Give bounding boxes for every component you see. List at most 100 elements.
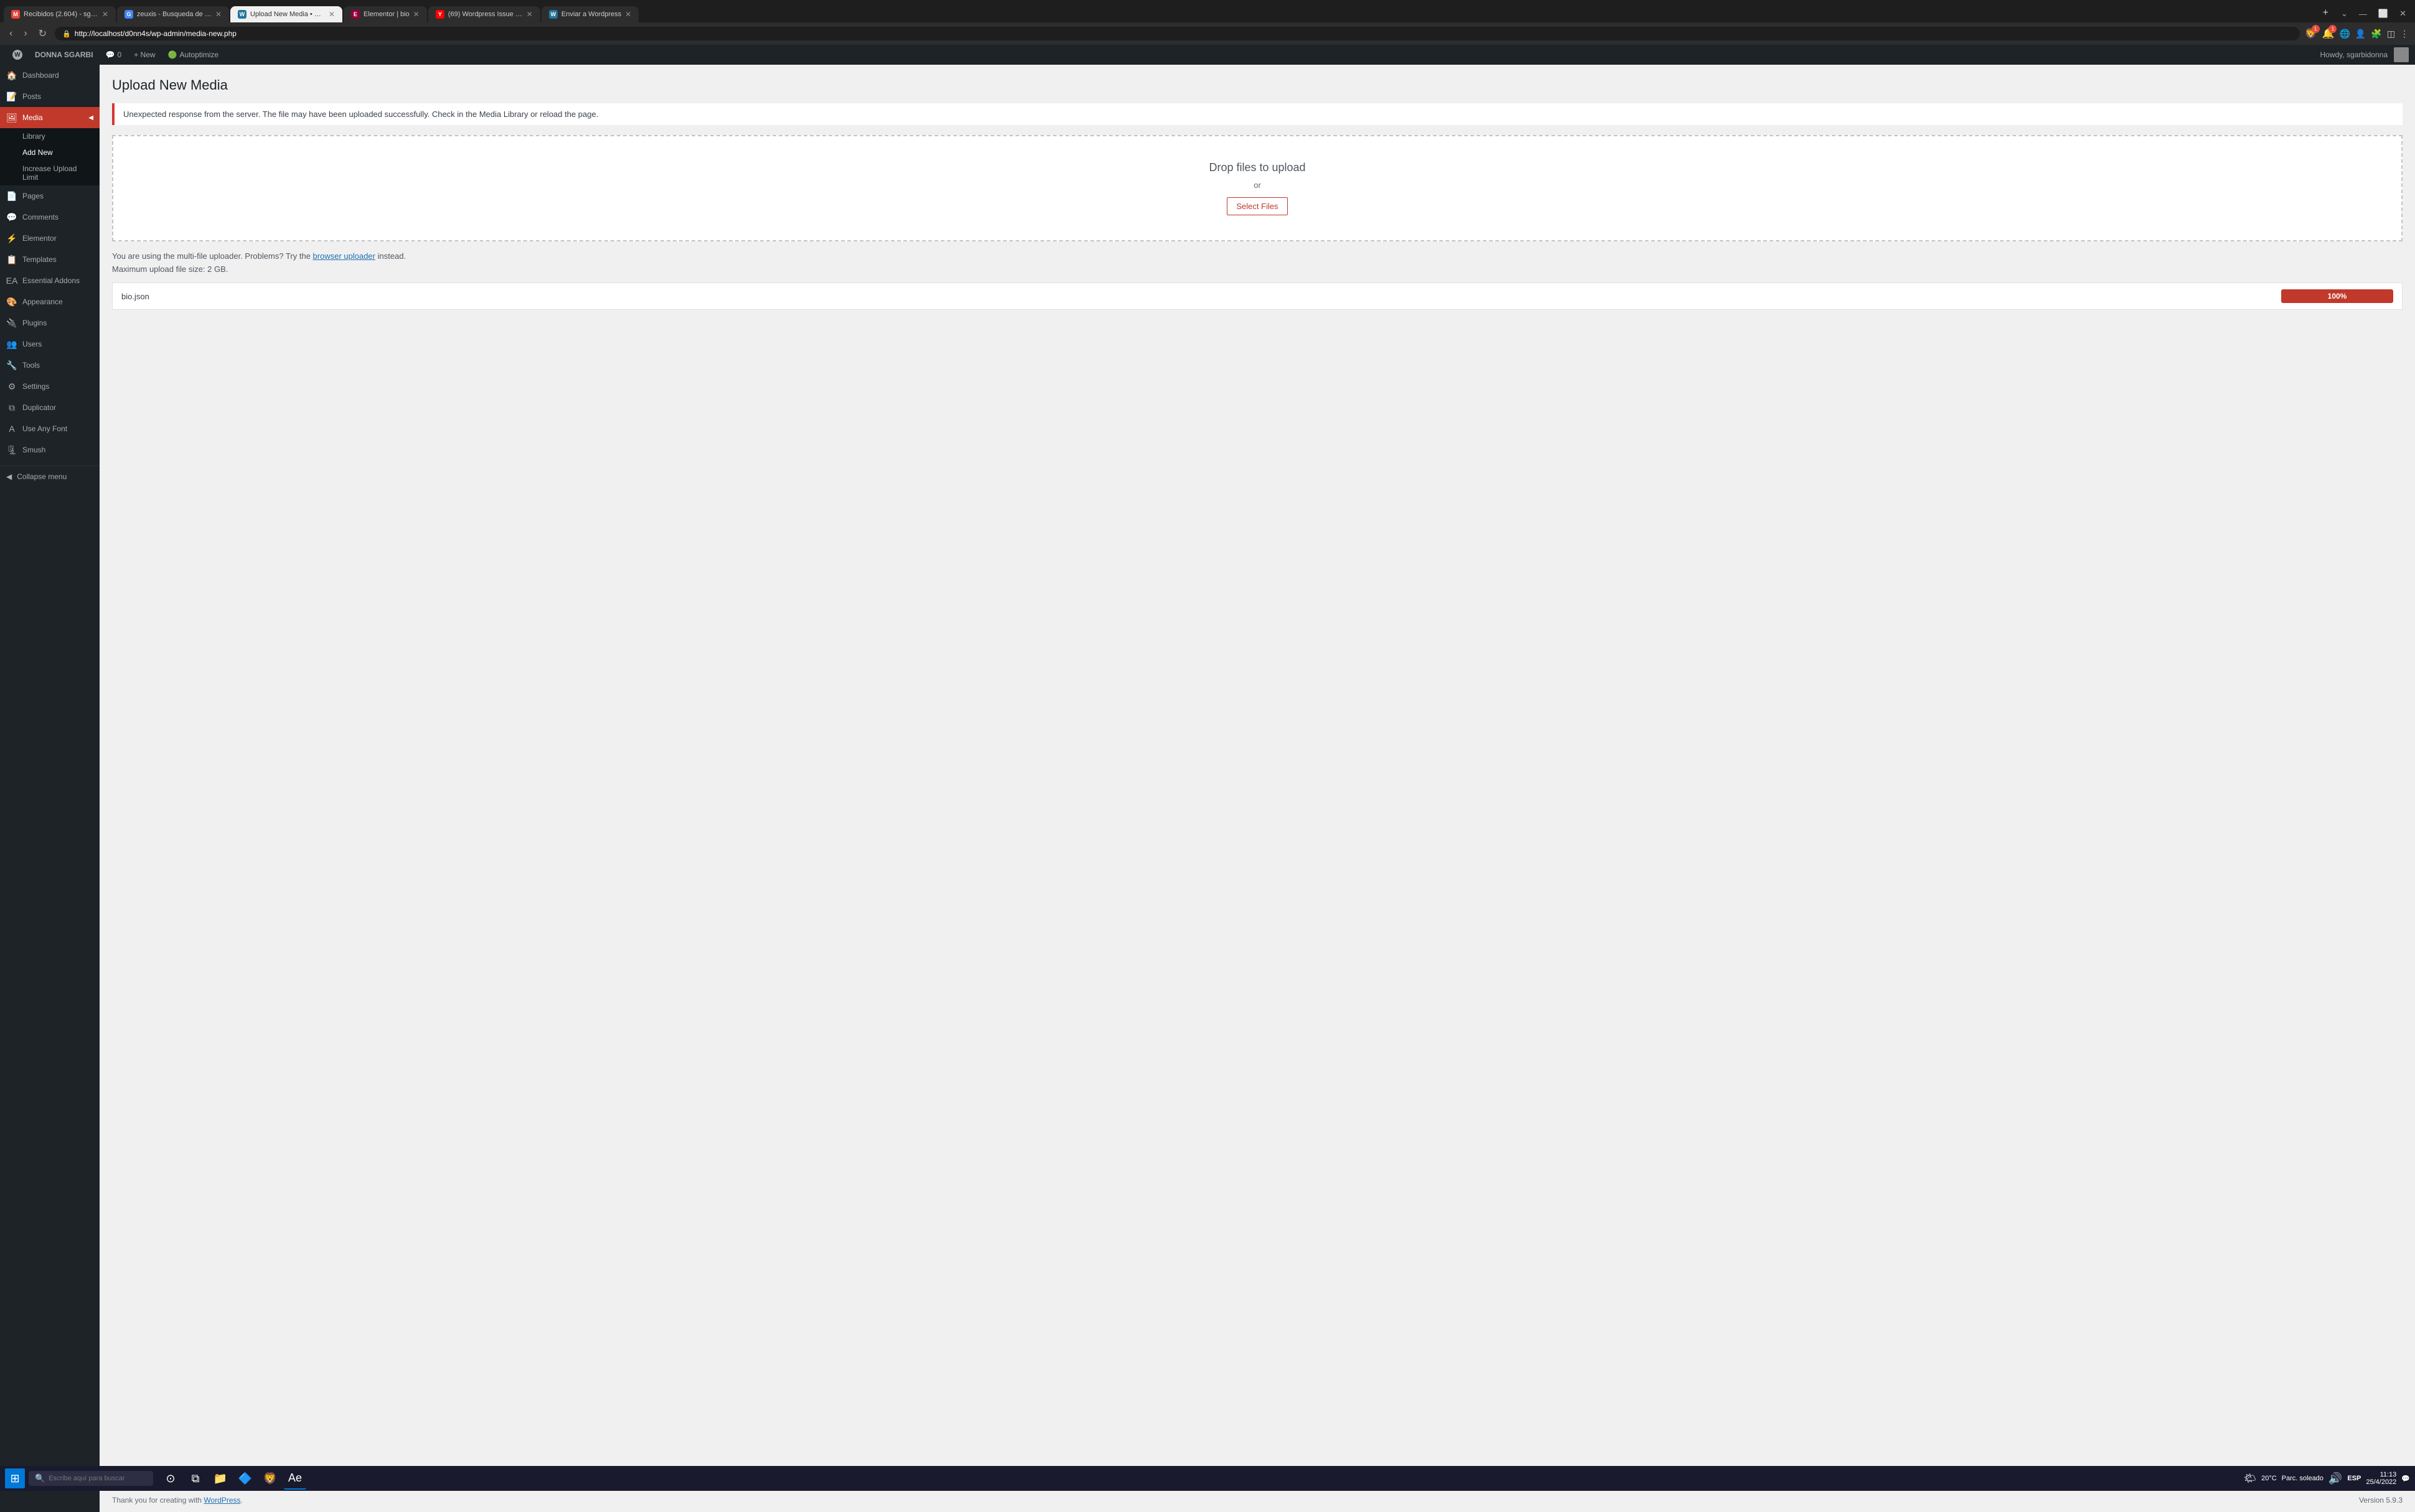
- tab-close-icon[interactable]: ✕: [329, 10, 335, 19]
- media-icon: 🖼: [6, 112, 17, 123]
- elementor-label: Elementor: [22, 234, 57, 243]
- user-avatar[interactable]: [2394, 47, 2409, 62]
- taskbar-icon-explorer[interactable]: 📁: [209, 1467, 232, 1490]
- sidebar-item-essential[interactable]: EA Essential Addons: [0, 270, 100, 291]
- sidebar-item-dashboard[interactable]: 🏠 Dashboard: [0, 65, 100, 86]
- select-files-button[interactable]: Select Files: [1227, 197, 1287, 215]
- progress-bar: 100%: [2281, 289, 2393, 303]
- sidebar-toggle-button[interactable]: ◫: [2387, 29, 2395, 39]
- upload-dropzone[interactable]: Drop files to upload or Select Files: [112, 135, 2403, 241]
- site-name-item[interactable]: DONNA SGARBI: [29, 45, 100, 65]
- sidebar-item-posts[interactable]: 📝 Posts: [0, 86, 100, 107]
- alert-button[interactable]: 🔔1: [2322, 27, 2335, 40]
- sidebar-item-media[interactable]: 🖼 Media ◀: [0, 107, 100, 128]
- essential-icon: EA: [6, 275, 17, 286]
- autoptimize-icon: 🟢: [168, 50, 177, 59]
- profile-button[interactable]: 👤: [2355, 29, 2366, 39]
- media-label: Media: [22, 113, 43, 122]
- collapse-menu-item[interactable]: ◀ Collapse menu: [0, 465, 100, 487]
- tab-close-icon[interactable]: ✕: [413, 10, 420, 19]
- tab-close-icon[interactable]: ✕: [102, 10, 108, 19]
- language-indicator: ESP: [2347, 1475, 2361, 1482]
- submenu-add-new[interactable]: Add New: [0, 144, 100, 161]
- submenu-library[interactable]: Library: [0, 128, 100, 144]
- wp-logo-item[interactable]: W: [6, 45, 29, 65]
- sidebar-item-tools[interactable]: 🔧 Tools: [0, 355, 100, 376]
- url-input[interactable]: [75, 29, 2292, 38]
- templates-label: Templates: [22, 255, 57, 264]
- sidebar-item-use-any-font[interactable]: A Use Any Font: [0, 418, 100, 439]
- sidebar-item-elementor[interactable]: ⚡ Elementor: [0, 228, 100, 249]
- notification-icon[interactable]: 💬: [2401, 1475, 2410, 1483]
- taskbar-icon-brave[interactable]: 🦁: [259, 1467, 281, 1490]
- browser-tab-google[interactable]: G zeuxis - Busqueda de Google ✕: [117, 6, 229, 22]
- autoptimize-item[interactable]: 🟢 Autoptimize: [162, 45, 225, 65]
- sidebar-item-plugins[interactable]: 🔌 Plugins: [0, 312, 100, 334]
- new-tab-button[interactable]: +: [2317, 4, 2335, 22]
- weather-desc: Parc. soleado: [2282, 1475, 2324, 1482]
- tab-label: Recibidos (2.604) - sgarbidonna...: [24, 11, 98, 18]
- brave-shield-button[interactable]: 🦁1: [2305, 27, 2317, 40]
- comments-item[interactable]: 💬 0: [100, 45, 128, 65]
- sidebar-item-comments[interactable]: 💬 Comments: [0, 207, 100, 228]
- browser-tab-enviar[interactable]: W Enviar a Wordpress ✕: [542, 6, 639, 22]
- taskbar-search-input[interactable]: [49, 1475, 136, 1482]
- tools-label: Tools: [22, 361, 40, 370]
- tab-label: Elementor | bio: [363, 11, 410, 18]
- tab-list-button[interactable]: ⌄: [2336, 5, 2353, 22]
- tab-close-icon[interactable]: ✕: [215, 10, 222, 19]
- admin-bar: W DONNA SGARBI 💬 0 + New 🟢 Autoptimize H…: [0, 45, 2415, 65]
- duplicator-label: Duplicator: [22, 403, 56, 412]
- sidebar-item-pages[interactable]: 📄 Pages: [0, 185, 100, 207]
- comments-sidebar-icon: 💬: [6, 212, 17, 223]
- browser-tab-youtube[interactable]: Y (69) Wordpress Issue Unexpecte... ✕: [428, 6, 540, 22]
- sidebar-item-users[interactable]: 👥 Users: [0, 334, 100, 355]
- translate-button[interactable]: 🌐: [2339, 29, 2350, 39]
- browser-uploader-link[interactable]: browser uploader: [313, 251, 375, 261]
- sidebar-item-duplicator[interactable]: ⧉ Duplicator: [0, 397, 100, 418]
- drop-text: Drop files to upload: [138, 161, 2376, 174]
- error-notice: Unexpected response from the server. The…: [112, 103, 2403, 125]
- sidebar-item-smush[interactable]: 🗜 Smush: [0, 439, 100, 460]
- sidebar-item-templates[interactable]: 📋 Templates: [0, 249, 100, 270]
- tab-close-icon[interactable]: ✕: [527, 10, 533, 19]
- reload-button[interactable]: ↻: [35, 26, 50, 41]
- users-icon: 👥: [6, 338, 17, 350]
- sidebar-item-settings[interactable]: ⚙ Settings: [0, 376, 100, 397]
- submenu-increase-upload[interactable]: Increase Upload Limit: [0, 161, 100, 185]
- clock-time: 11:13: [2366, 1471, 2396, 1478]
- posts-icon: 📝: [6, 91, 17, 102]
- browser-tab-gmail[interactable]: M Recibidos (2.604) - sgarbidonna... ✕: [4, 6, 116, 22]
- back-button[interactable]: ‹: [6, 27, 16, 40]
- use-any-font-icon: A: [6, 423, 17, 434]
- sidebar-menu: 🏠 Dashboard 📝 Posts 🖼 Media ◀ Library Ad…: [0, 65, 100, 460]
- browser-tab-wp-upload[interactable]: W Upload New Media • DONN... ✕: [230, 6, 342, 22]
- tab-label: Enviar a Wordpress: [561, 11, 621, 18]
- footer-wp-link[interactable]: WordPress: [204, 1496, 240, 1505]
- howdy-label: Howdy, sgarbidonna: [2314, 50, 2394, 59]
- tab-close-icon[interactable]: ✕: [625, 10, 631, 19]
- uploader-info: You are using the multi-file uploader. P…: [112, 251, 2403, 261]
- templates-icon: 📋: [6, 254, 17, 265]
- browser-tab-elementor[interactable]: E Elementor | bio ✕: [344, 6, 427, 22]
- maximize-button[interactable]: ⬜: [2373, 5, 2393, 22]
- media-submenu: Library Add New Increase Upload Limit: [0, 128, 100, 185]
- plugins-icon: 🔌: [6, 317, 17, 329]
- page-title: Upload New Media: [112, 77, 2403, 93]
- menu-button[interactable]: ⋮: [2400, 29, 2409, 39]
- taskbar-icon-taskview[interactable]: ⧉: [184, 1467, 207, 1490]
- taskbar-icon-blender[interactable]: 🔷: [234, 1467, 256, 1490]
- new-item[interactable]: + New: [128, 45, 161, 65]
- close-button[interactable]: ✕: [2394, 5, 2411, 22]
- footer-thanks-text: Thank you for creating with: [112, 1496, 202, 1505]
- sidebar-item-appearance[interactable]: 🎨 Appearance: [0, 291, 100, 312]
- taskbar-icon-cortana[interactable]: ⊙: [159, 1467, 182, 1490]
- file-name: bio.json: [121, 292, 2281, 301]
- volume-icon[interactable]: 🔊: [2328, 1472, 2342, 1485]
- start-button[interactable]: ⊞: [5, 1468, 25, 1488]
- posts-label: Posts: [22, 92, 41, 101]
- minimize-button[interactable]: —: [2354, 6, 2372, 22]
- forward-button[interactable]: ›: [21, 27, 30, 40]
- taskbar-icon-aftereffects[interactable]: Ae: [284, 1467, 306, 1490]
- extensions-button[interactable]: 🧩: [2371, 29, 2381, 39]
